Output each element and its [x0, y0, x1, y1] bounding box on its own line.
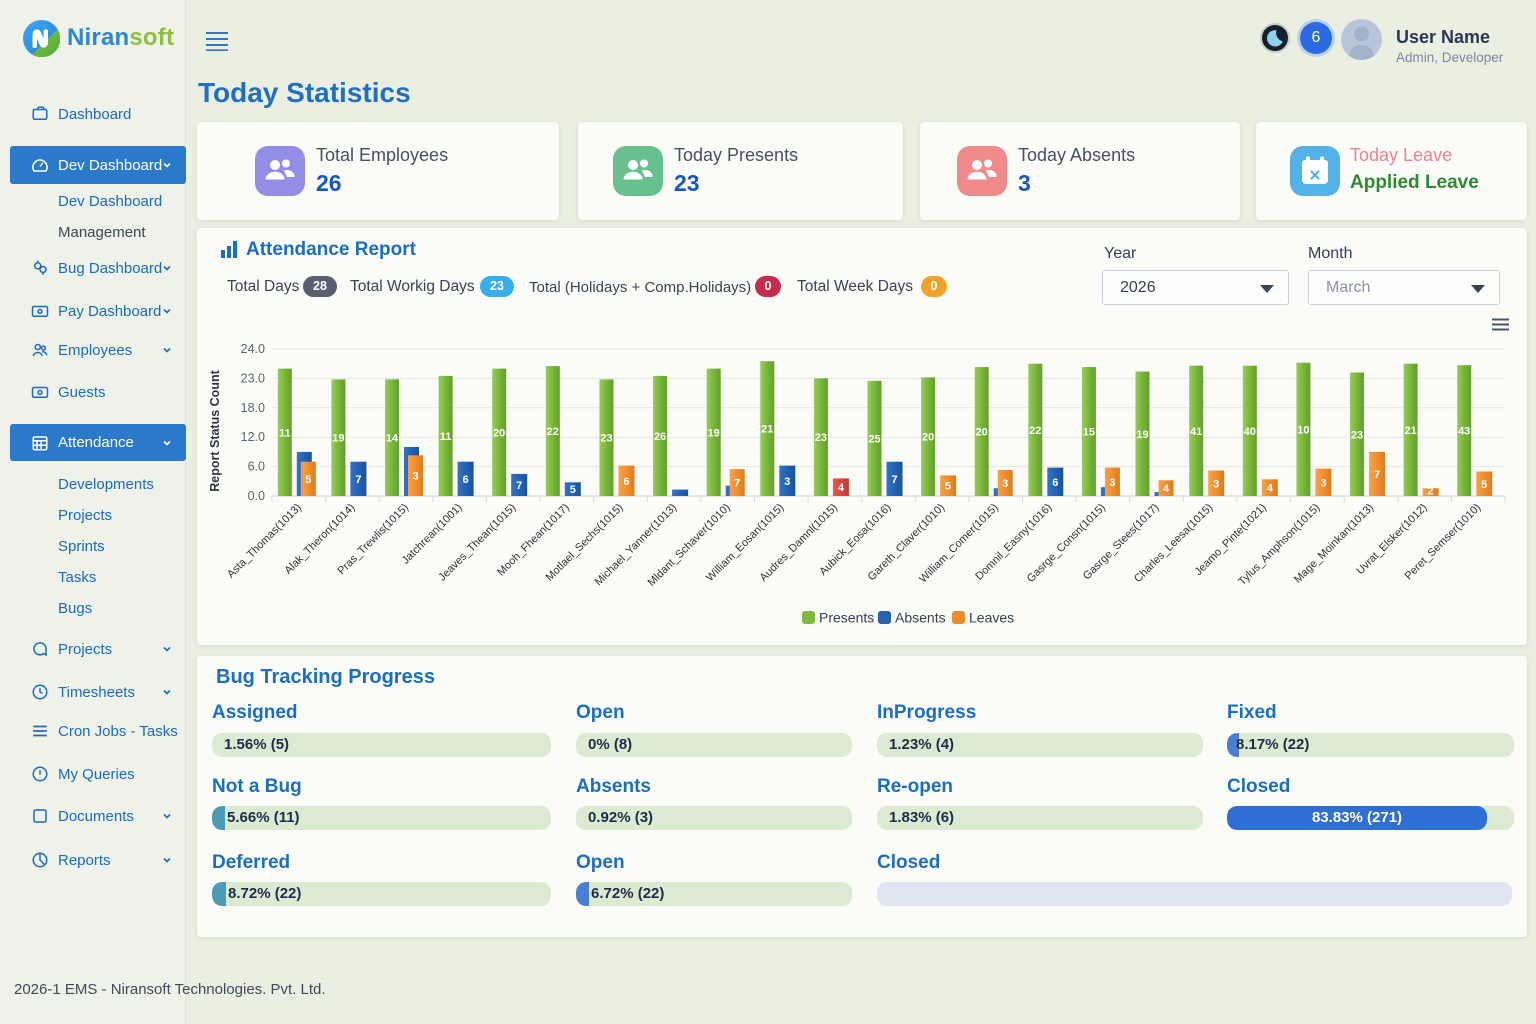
svg-text:20: 20 — [976, 427, 988, 439]
svg-text:23: 23 — [1351, 429, 1363, 441]
svg-text:20: 20 — [493, 427, 505, 439]
svg-text:41: 41 — [1190, 426, 1202, 438]
svg-text:18.0: 18.0 — [241, 401, 265, 415]
svg-text:4: 4 — [838, 482, 845, 494]
svg-text:3: 3 — [1213, 478, 1219, 490]
svg-text:19: 19 — [332, 433, 344, 445]
svg-text:23: 23 — [815, 432, 827, 444]
svg-text:26: 26 — [654, 431, 666, 443]
svg-text:43: 43 — [1458, 426, 1470, 438]
svg-text:24.0: 24.0 — [241, 342, 265, 356]
svg-text:5: 5 — [945, 481, 951, 493]
svg-text:5: 5 — [570, 484, 576, 496]
svg-text:7: 7 — [516, 480, 522, 492]
svg-text:Report Status Count: Report Status Count — [208, 369, 222, 491]
svg-text:6: 6 — [463, 474, 469, 486]
svg-text:3: 3 — [1109, 477, 1115, 489]
svg-text:11: 11 — [279, 427, 291, 439]
svg-text:7: 7 — [734, 478, 740, 490]
svg-text:7: 7 — [355, 474, 361, 486]
svg-text:12.0: 12.0 — [241, 430, 265, 444]
svg-text:20: 20 — [922, 432, 934, 444]
svg-text:15: 15 — [1083, 427, 1095, 439]
svg-text:0.0: 0.0 — [248, 489, 265, 503]
svg-text:6: 6 — [623, 476, 629, 488]
svg-text:Presents: Presents — [819, 610, 874, 626]
svg-text:7: 7 — [1374, 469, 1380, 481]
svg-text:40: 40 — [1244, 426, 1256, 438]
svg-text:2: 2 — [1428, 486, 1434, 498]
svg-text:4: 4 — [1267, 483, 1274, 495]
svg-text:6.0: 6.0 — [248, 460, 265, 474]
svg-text:Leaves: Leaves — [969, 610, 1014, 626]
svg-text:3: 3 — [1002, 478, 1008, 490]
svg-text:3: 3 — [784, 476, 790, 488]
svg-text:3: 3 — [412, 471, 418, 483]
svg-text:21: 21 — [761, 424, 773, 436]
svg-text:25: 25 — [868, 433, 880, 445]
svg-text:11: 11 — [440, 431, 452, 443]
svg-text:7: 7 — [891, 474, 897, 486]
svg-text:22: 22 — [1029, 425, 1041, 437]
svg-text:21: 21 — [1404, 425, 1416, 437]
svg-text:23.0: 23.0 — [241, 371, 265, 385]
svg-text:3: 3 — [1320, 477, 1326, 489]
svg-text:19: 19 — [1136, 429, 1148, 441]
svg-text:19: 19 — [708, 427, 720, 439]
svg-text:Absents: Absents — [895, 610, 946, 626]
svg-text:4: 4 — [1163, 483, 1170, 495]
svg-text:6: 6 — [1052, 477, 1058, 489]
svg-text:5: 5 — [1481, 479, 1487, 491]
svg-text:23: 23 — [600, 433, 612, 445]
svg-text:22: 22 — [547, 426, 559, 438]
svg-text:10: 10 — [1297, 424, 1309, 436]
svg-text:5: 5 — [305, 474, 311, 486]
svg-text:14: 14 — [386, 433, 399, 445]
